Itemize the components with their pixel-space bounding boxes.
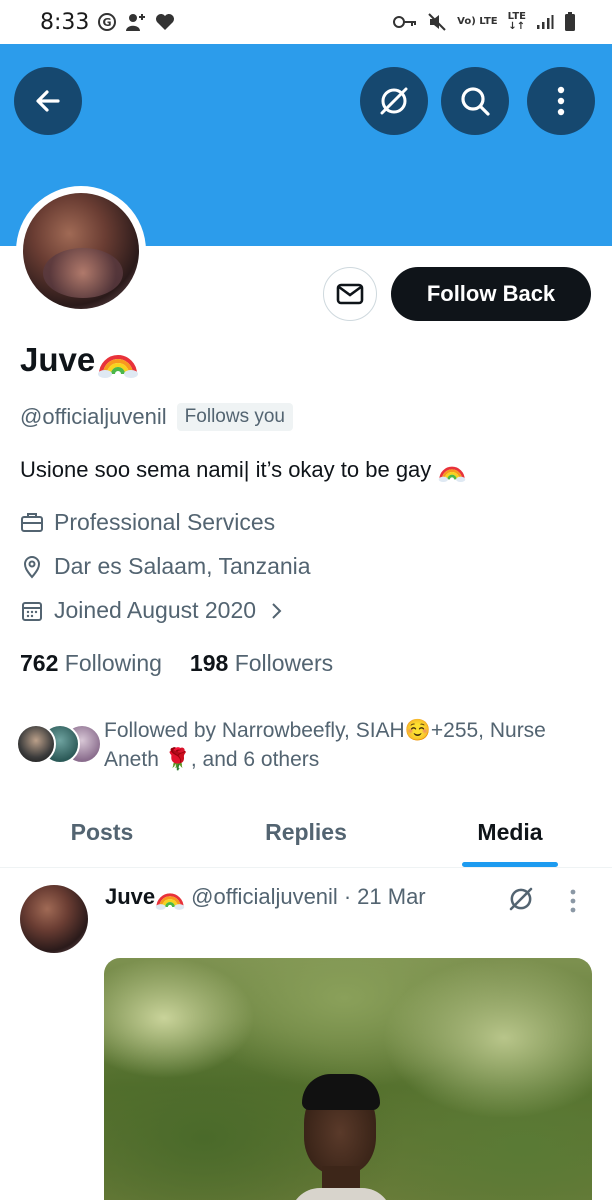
- key-icon: [393, 15, 417, 29]
- heart-icon: [155, 13, 175, 31]
- follow-back-button[interactable]: Follow Back: [391, 267, 591, 321]
- briefcase-icon: [21, 512, 43, 532]
- signal-icon: [536, 14, 554, 30]
- profile-joined[interactable]: Joined August 2020: [20, 597, 286, 624]
- followed-by-line-1: Followed by Narrowbeefly, SIAH☺️+255, Nu…: [104, 719, 546, 742]
- more-vertical-icon: [557, 86, 565, 116]
- message-button[interactable]: [323, 267, 377, 321]
- followed-by-avatars: [16, 722, 102, 768]
- photo-subject-shirt: [290, 1188, 392, 1200]
- photo-subject-hair: [302, 1074, 380, 1110]
- handle-row: @officialjuvenil Follows you: [20, 403, 293, 431]
- rainbow-emoji-icon: [98, 355, 139, 378]
- profile-tabs: Posts Replies Media: [0, 798, 612, 868]
- rainbow-emoji-icon: [155, 893, 185, 910]
- followed-by-text: Followed by Narrowbeefly, SIAH☺️+255, Nu…: [104, 716, 594, 774]
- status-left: 8:33 G: [40, 10, 175, 35]
- following-link[interactable]: 762 Following: [20, 650, 162, 677]
- lte-indicator: LTE ↓↑: [508, 12, 526, 32]
- display-name: Juve: [20, 341, 139, 379]
- profile-avatar-image: [23, 193, 139, 309]
- status-right: Vo) LTE LTE ↓↑: [393, 12, 576, 32]
- more-button[interactable]: [527, 67, 595, 135]
- bio-text: Usione soo sema nami| it’s okay to be ga…: [20, 457, 432, 482]
- more-vertical-icon: [570, 889, 576, 913]
- location-text: Dar es Salaam, Tanzania: [54, 553, 311, 579]
- category-text: Professional Services: [54, 509, 276, 535]
- arrow-left-icon: [36, 90, 60, 112]
- chevron-right-icon: [272, 602, 282, 619]
- joined-text: Joined August 2020: [54, 597, 257, 623]
- followers-label: Followers: [234, 650, 334, 676]
- profile-handle: @officialjuvenil: [20, 404, 167, 429]
- svg-text:G: G: [103, 16, 112, 29]
- follows-you-badge: Follows you: [176, 403, 293, 431]
- following-label: Following: [64, 650, 162, 676]
- search-icon: [461, 87, 490, 116]
- grok-button[interactable]: [360, 67, 428, 135]
- avatar: [16, 724, 56, 764]
- post-media-image[interactable]: [104, 958, 592, 1200]
- display-name-text: Juve: [20, 341, 96, 378]
- post-author-avatar[interactable]: [20, 885, 88, 953]
- lte-arrows: ↓↑: [508, 21, 526, 32]
- envelope-icon: [336, 283, 364, 305]
- status-time: 8:33: [40, 9, 90, 35]
- profile-category: Professional Services: [20, 509, 275, 536]
- post-author-handle: @officialjuvenil: [191, 884, 338, 909]
- followed-by-row[interactable]: Followed by Narrowbeefly, SIAH☺️+255, Nu…: [16, 716, 594, 774]
- tab-posts[interactable]: Posts: [0, 798, 204, 867]
- status-bar: 8:33 G Vo) LTE LTE ↓↑: [0, 0, 612, 44]
- post-separator: ·: [343, 884, 352, 909]
- mute-icon: [427, 12, 447, 32]
- grok-icon: [509, 887, 533, 911]
- location-pin-icon: [23, 555, 41, 579]
- post-author-name-text: Juve: [105, 884, 156, 909]
- volte-indicator: Vo) LTE: [457, 17, 497, 27]
- calendar-icon: [22, 601, 42, 621]
- active-tab-indicator: [462, 862, 558, 867]
- post-header: Juve @officialjuvenil · 21 Mar: [105, 884, 426, 910]
- followed-by-line-2: Aneth 🌹, and 6 others: [104, 748, 320, 771]
- search-button[interactable]: [441, 67, 509, 135]
- volte-label: Vo) LTE: [457, 16, 498, 27]
- person-add-icon: [125, 12, 147, 32]
- following-count: 762: [20, 650, 59, 676]
- post-more-button[interactable]: [568, 888, 578, 919]
- tab-replies[interactable]: Replies: [204, 798, 408, 867]
- battery-icon: [564, 12, 576, 32]
- tab-label: Replies: [265, 819, 347, 845]
- followers-count: 198: [189, 650, 229, 676]
- grok-icon: [380, 87, 408, 115]
- post-author-name[interactable]: Juve: [105, 884, 185, 910]
- profile-bio: Usione soo sema nami| it’s okay to be ga…: [20, 457, 467, 483]
- profile-stats: 762 Following 198 Followers: [20, 650, 333, 677]
- rainbow-emoji-icon: [438, 466, 466, 482]
- profile-location: Dar es Salaam, Tanzania: [20, 553, 311, 580]
- tab-label: Posts: [70, 819, 134, 845]
- post-date[interactable]: 21 Mar: [357, 884, 425, 910]
- back-button[interactable]: [14, 67, 82, 135]
- profile-avatar[interactable]: [16, 186, 146, 316]
- data-saver-icon: G: [97, 12, 117, 32]
- followers-link[interactable]: 198 Followers: [190, 650, 333, 677]
- tab-label: Media: [477, 819, 543, 845]
- post-grok-button[interactable]: [506, 884, 536, 919]
- tab-media[interactable]: Media: [408, 798, 612, 867]
